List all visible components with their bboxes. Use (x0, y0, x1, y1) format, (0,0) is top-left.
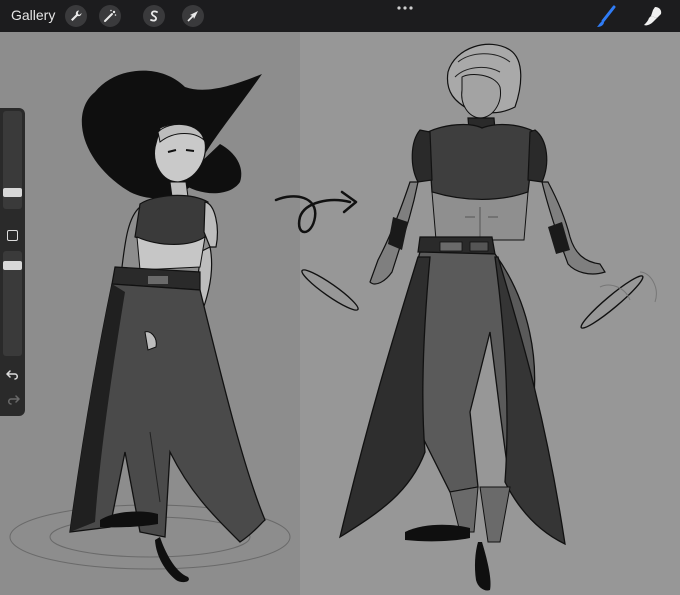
undo-icon[interactable] (6, 368, 20, 380)
arrow-cursor-icon[interactable] (182, 5, 204, 27)
gallery-button[interactable]: Gallery (11, 7, 55, 23)
brush-opacity-slider[interactable] (3, 251, 22, 356)
brush-sidebar (0, 108, 25, 416)
swirl-arrow-sketch (274, 190, 358, 234)
square-modify-icon[interactable] (7, 230, 18, 241)
smudge-icon[interactable] (640, 4, 666, 30)
drawing-canvas[interactable] (0, 32, 680, 595)
witch-figure (9, 70, 291, 583)
brush-size-thumb[interactable] (3, 188, 22, 197)
brush-size-slider[interactable] (3, 111, 22, 209)
wrench-icon[interactable] (65, 5, 87, 27)
magic-wand-icon[interactable] (99, 5, 121, 27)
top-toolbar: Gallery (0, 0, 680, 32)
more-dots-icon[interactable] (396, 2, 414, 14)
brush-icon[interactable] (594, 4, 620, 30)
selection-s-icon[interactable] (143, 5, 165, 27)
redo-icon[interactable] (6, 393, 20, 405)
redesign-figure (301, 43, 657, 591)
brush-opacity-thumb[interactable] (3, 261, 22, 270)
character-sketch-artwork (9, 43, 657, 591)
